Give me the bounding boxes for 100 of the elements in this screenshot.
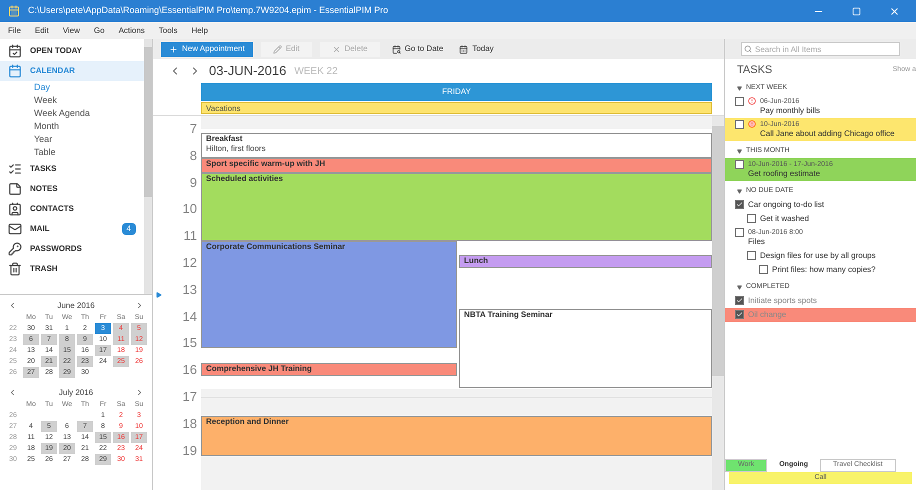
task-checkbox[interactable] xyxy=(735,310,744,319)
module-label: OPEN TODAY xyxy=(30,45,84,57)
task-title[interactable]: Design files for use by all groups xyxy=(760,251,876,261)
calendar-event[interactable]: NBTA Training Seminar xyxy=(459,309,712,388)
menu-item[interactable]: Edit xyxy=(34,24,49,36)
calendar-icon xyxy=(8,64,22,78)
expand-arrow-icon xyxy=(737,148,742,154)
module-item[interactable]: MAIL 4 xyxy=(0,219,144,239)
toolbar-button[interactable]: Go to Date xyxy=(388,42,448,56)
calendar-event[interactable]: Comprehensive JH Training xyxy=(201,363,456,376)
pencil-icon xyxy=(272,44,282,54)
module-item[interactable]: CONTACTS xyxy=(0,199,144,219)
module-label: CALENDAR xyxy=(30,65,76,77)
task-checkbox[interactable] xyxy=(759,265,768,274)
hour-label: 10 xyxy=(182,202,197,216)
hour-label: 14 xyxy=(182,310,197,324)
month-title: June 2016 xyxy=(57,300,95,312)
previous-month-icon[interactable] xyxy=(8,301,17,310)
task-title[interactable]: Pay monthly bills xyxy=(760,106,820,116)
hour-label: 7 xyxy=(190,122,197,136)
scrollbar[interactable] xyxy=(144,39,152,294)
search-icon xyxy=(744,45,752,53)
menu-item[interactable]: Actions xyxy=(118,24,145,36)
task-title[interactable]: Get it washed xyxy=(760,214,809,224)
task-checkbox[interactable] xyxy=(735,120,744,129)
calendar-view-link[interactable]: Day xyxy=(34,80,50,94)
task-title[interactable]: Car ongoing to-do list xyxy=(748,200,824,210)
task-checkbox[interactable] xyxy=(735,200,744,209)
calendar-view-link[interactable]: Week xyxy=(34,94,57,108)
expand-arrow-icon xyxy=(737,284,742,290)
task-title[interactable]: Initiate sports spots xyxy=(748,296,817,306)
plus-icon xyxy=(169,44,178,54)
calendar-event[interactable]: Scheduled activities xyxy=(201,173,712,241)
calendar-icon xyxy=(459,44,468,54)
close-icon[interactable] xyxy=(889,6,900,16)
toolbar-button[interactable]: New Appointment xyxy=(161,42,253,56)
expand-arrow-icon xyxy=(737,188,742,194)
checklist-icon xyxy=(8,162,22,176)
month-title: July 2016 xyxy=(58,386,94,398)
task-title[interactable]: Get roofing estimate xyxy=(748,169,833,179)
previous-month-icon[interactable] xyxy=(8,388,17,397)
window-title: C:\Users\pete\AppData\Roaming\EssentialPIM Pro\temp.7W9204.epim - EssentialPIM Pro xyxy=(28,4,390,18)
hour-label: 17 xyxy=(182,390,197,404)
menu-item[interactable]: Go xyxy=(94,24,105,36)
module-item[interactable]: TRASH xyxy=(0,259,144,279)
calendar-event[interactable]: Corporate Communications Seminar xyxy=(201,241,456,348)
task-checkbox[interactable] xyxy=(735,228,744,237)
hour-label: 11 xyxy=(184,229,197,244)
week-heading: WEEK 22 xyxy=(294,64,338,78)
menu-item[interactable]: Tools xyxy=(158,24,178,36)
unread-badge: 4 xyxy=(122,223,136,235)
calendar-event[interactable]: Lunch xyxy=(459,255,712,268)
calendar-view-link[interactable]: Year xyxy=(34,132,52,146)
contact-card-icon xyxy=(8,202,22,216)
all-day-event[interactable]: Vacations xyxy=(201,102,712,114)
close-icon xyxy=(332,44,340,54)
next-month-icon[interactable] xyxy=(135,388,144,397)
task-checkbox[interactable] xyxy=(735,160,744,169)
calendar-view-link[interactable]: Table xyxy=(34,146,56,160)
module-item[interactable]: NOTES xyxy=(0,179,144,199)
task-checkbox[interactable] xyxy=(747,251,756,260)
task-title[interactable]: Files xyxy=(748,237,803,247)
calendar-search-icon xyxy=(392,44,401,54)
hour-label: 9 xyxy=(190,176,197,190)
calendar-check-icon xyxy=(8,44,22,58)
calendar-event[interactable]: Breakfast Hilton, first floors xyxy=(201,133,712,158)
module-item[interactable]: OPEN TODAY xyxy=(0,41,144,61)
scrollbar[interactable] xyxy=(712,116,724,490)
tasks-title: TASKS xyxy=(737,62,772,78)
hour-label: 16 xyxy=(182,363,197,378)
expand-arrow-icon xyxy=(737,86,742,90)
hour-label: 19 xyxy=(182,444,197,458)
search-field[interactable]: Search in All Items xyxy=(741,42,900,56)
menu-item[interactable]: File xyxy=(8,24,21,36)
hour-label: 8 xyxy=(190,148,197,163)
trash-icon xyxy=(8,262,22,276)
menu-item[interactable]: Help xyxy=(191,24,208,36)
calendar-event[interactable]: Reception and Dinner xyxy=(201,416,712,456)
task-checkbox[interactable] xyxy=(735,97,744,106)
module-item[interactable]: PASSWORDS xyxy=(0,239,144,259)
module-label: MAIL xyxy=(30,223,51,235)
app-icon xyxy=(8,5,20,17)
priority-icon xyxy=(748,97,756,105)
calendar-view-link[interactable]: Week Agenda xyxy=(34,106,90,120)
next-month-icon[interactable] xyxy=(135,301,144,310)
task-checkbox[interactable] xyxy=(747,214,756,223)
hour-label: 18 xyxy=(182,416,197,431)
hour-label: 12 xyxy=(182,256,197,270)
task-checkbox[interactable] xyxy=(735,296,744,305)
hour-label: 15 xyxy=(182,336,197,350)
toolbar-button[interactable]: Today xyxy=(455,42,498,56)
module-label: PASSWORDS xyxy=(30,243,83,255)
task-title[interactable]: Call Jane about adding Chicago office xyxy=(760,129,895,139)
task-title[interactable]: Print files: how many copies? xyxy=(772,265,876,275)
module-item[interactable]: TASKS xyxy=(0,159,144,179)
hour-label: 13 xyxy=(182,282,197,297)
calendar-view-link[interactable]: Month xyxy=(34,120,60,134)
calendar-event[interactable]: Sport specific warm-up with JH xyxy=(201,158,712,173)
maximize-icon[interactable] xyxy=(852,6,861,16)
menu-item[interactable]: View xyxy=(62,24,80,36)
